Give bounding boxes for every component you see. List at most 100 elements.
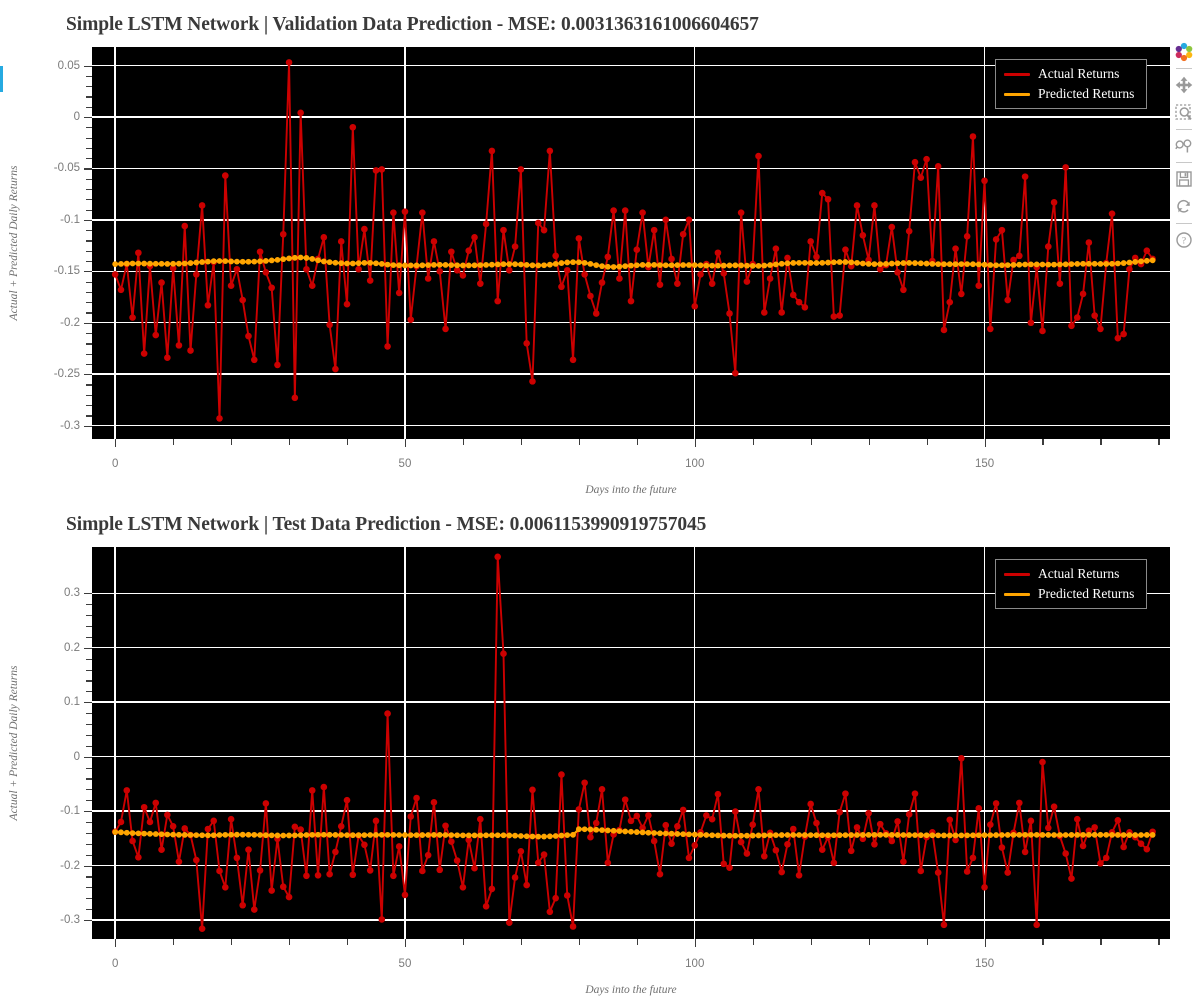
y-minor-tick-mark: [86, 261, 92, 263]
legend-item-predicted[interactable]: Predicted Returns: [1004, 586, 1134, 602]
x-minor-tick-mark: [1158, 439, 1160, 445]
y-minor-tick-mark: [86, 250, 92, 252]
test-x-axis-label: Days into the future: [585, 984, 677, 996]
x-minor-tick-mark: [231, 439, 233, 445]
y-minor-tick-mark: [86, 800, 92, 802]
x-minor-tick-mark: [462, 439, 465, 445]
legend-label-actual: Actual Returns: [1038, 66, 1120, 81]
y-tick-mark: [84, 168, 92, 170]
y-tick-label: 0.05: [57, 59, 80, 72]
y-minor-tick-mark: [86, 789, 92, 791]
validation-chart-figure: Simple LSTM Network | Validation Data Pr…: [0, 0, 1200, 500]
y-minor-tick-mark: [86, 106, 92, 108]
y-minor-tick-mark: [86, 745, 92, 747]
validation-y-axis-label: Actual + Predicted Daily Returns: [8, 165, 20, 321]
y-minor-tick-mark: [86, 137, 92, 139]
y-minor-tick-mark: [86, 909, 92, 911]
y-tick-label: -0.2: [60, 859, 80, 872]
y-minor-tick-mark: [86, 281, 92, 283]
test-legend: Actual Returns Predicted Returns: [995, 559, 1148, 609]
y-minor-tick-mark: [86, 887, 92, 889]
x-minor-tick-mark: [868, 939, 870, 945]
save-tool-icon[interactable]: [1171, 166, 1197, 192]
y-minor-tick-mark: [86, 230, 92, 232]
y-minor-tick-mark: [86, 302, 92, 304]
y-minor-tick-mark: [86, 734, 92, 737]
legend-item-actual[interactable]: Actual Returns: [1004, 66, 1134, 82]
test-y-axis-label: Actual + Predicted Daily Returns: [8, 665, 20, 821]
x-minor-tick-mark: [1100, 439, 1102, 445]
x-minor-tick-mark: [752, 439, 754, 445]
y-minor-tick-mark: [86, 394, 92, 396]
test-chart-figure: Simple LSTM Network | Test Data Predicti…: [0, 500, 1200, 1000]
y-tick-mark: [84, 593, 92, 595]
reset-tool-icon[interactable]: [1171, 194, 1197, 220]
x-minor-tick-mark: [578, 939, 581, 945]
y-tick-mark: [84, 919, 92, 922]
x-minor-tick-mark: [636, 439, 638, 445]
x-tick-mark: [984, 939, 986, 947]
legend-label-predicted: Predicted Returns: [1038, 586, 1135, 601]
x-minor-tick-mark: [289, 439, 291, 445]
x-minor-tick-mark: [289, 939, 291, 945]
x-minor-tick-mark: [520, 939, 523, 945]
bokeh-logo-icon[interactable]: [1171, 39, 1197, 65]
x-minor-tick-mark: [173, 939, 175, 945]
x-minor-tick-mark: [1158, 939, 1160, 945]
y-tick-mark: [84, 756, 92, 758]
y-minor-tick-mark: [86, 713, 92, 715]
x-tick-mark: [984, 439, 986, 447]
x-minor-tick-mark: [868, 439, 870, 445]
y-minor-tick-mark: [86, 188, 92, 191]
toolbar-separator: [1176, 129, 1192, 130]
x-minor-tick-mark: [752, 939, 754, 945]
x-tick-mark: [694, 939, 696, 947]
y-tick-label: 0.3: [64, 587, 80, 600]
legend-swatch-actual: [1004, 72, 1030, 76]
x-tick-mark: [404, 439, 407, 447]
y-minor-tick-mark: [86, 680, 92, 682]
y-minor-tick-mark: [86, 615, 92, 617]
y-minor-tick-mark: [86, 415, 92, 417]
y-tick-mark: [84, 425, 92, 427]
y-tick-mark: [84, 116, 92, 119]
svg-text:?: ?: [1182, 237, 1186, 247]
validation-x-axis-label: Days into the future: [585, 484, 677, 496]
y-tick-label: -0.1: [60, 805, 80, 818]
y-tick-mark: [84, 811, 92, 813]
x-minor-tick-mark: [810, 939, 812, 945]
x-tick-mark: [404, 939, 407, 947]
chart-page: Simple LSTM Network | Validation Data Pr…: [0, 0, 1200, 1000]
y-tick-mark: [84, 322, 92, 324]
y-minor-tick-mark: [86, 843, 92, 845]
legend-swatch-predicted: [1004, 592, 1030, 596]
x-tick-label: 0: [111, 958, 119, 970]
x-tick-label: 50: [398, 458, 412, 470]
wheel-zoom-tool-icon[interactable]: [1171, 133, 1197, 159]
y-minor-tick-mark: [86, 625, 92, 628]
pan-tool-icon[interactable]: [1171, 72, 1197, 98]
x-minor-tick-mark: [231, 939, 233, 945]
y-minor-tick-mark: [86, 333, 92, 335]
help-tool-icon[interactable]: ?: [1171, 227, 1197, 253]
x-tick-mark: [115, 439, 117, 447]
y-minor-tick-mark: [86, 723, 92, 726]
x-minor-tick-mark: [578, 439, 581, 445]
legend-item-predicted[interactable]: Predicted Returns: [1004, 86, 1134, 102]
x-minor-tick-mark: [1042, 939, 1044, 945]
actual-returns-markers: [111, 59, 1156, 422]
y-minor-tick-mark: [86, 199, 92, 201]
toolbar-separator: [1176, 68, 1192, 69]
x-minor-tick-mark: [636, 939, 638, 945]
box-zoom-tool-icon[interactable]: [1171, 100, 1197, 126]
y-minor-tick-mark: [86, 291, 92, 294]
y-minor-tick-mark: [86, 178, 92, 180]
x-minor-tick-mark: [173, 439, 175, 445]
y-minor-tick-mark: [86, 96, 92, 98]
y-tick-label: 0: [73, 110, 80, 123]
y-minor-tick-mark: [86, 821, 92, 824]
legend-item-actual[interactable]: Actual Returns: [1004, 566, 1134, 582]
y-tick-label: -0.25: [53, 368, 80, 381]
y-tick-label: 0.1: [64, 696, 80, 709]
x-minor-tick-mark: [1100, 939, 1102, 945]
